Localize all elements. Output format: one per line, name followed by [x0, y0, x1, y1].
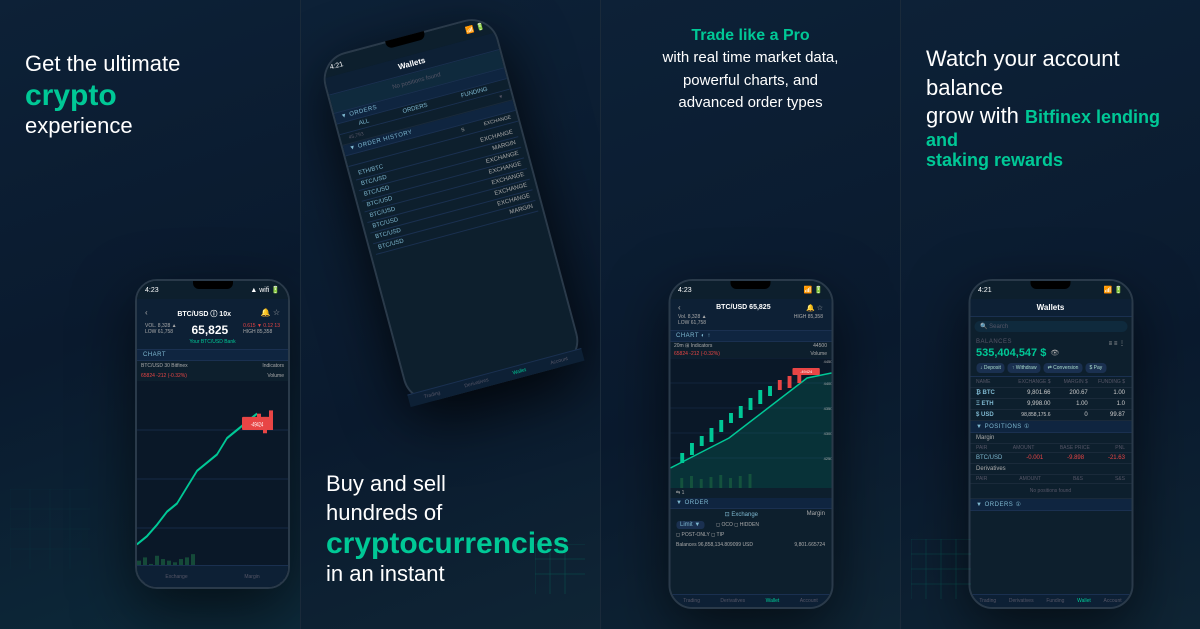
panel4-grow-with: grow with: [926, 103, 1025, 128]
phone-screen-3: 4:23 📶 🔋 ‹ BTC/USD 65,825 🔔 ☆ Vol. 8,328…: [670, 281, 831, 607]
panel3-line3: powerful charts, and: [621, 70, 880, 93]
tab-margin: Margin: [244, 574, 259, 580]
positions-section: ▼ POSITIONS ①: [970, 421, 1131, 433]
panel3-line4: advanced order types: [621, 92, 880, 115]
positions-header: PAIRAMOUNTBASE PRICEPNL: [970, 444, 1131, 453]
chart-svg-1: -49424: [137, 381, 288, 577]
chart-area-3: -49424 44500 44000 43500 43000 42500: [670, 358, 831, 488]
phone-mockup-4: 4:21 📶 🔋 Wallets 🔍 Search BALANCES ≡ ≡ ⋮…: [968, 279, 1133, 609]
chart-svg-3: -49424 44500 44000 43500 43000 42500: [670, 358, 831, 488]
tab-bar-2: Trading Derivatives Wallet Account: [407, 348, 582, 405]
svg-text:-49424: -49424: [800, 369, 813, 374]
status-time-1: 4:23: [145, 287, 159, 294]
assets-header: NAME EXCHANGE $ MARGIN $ FUNDING $: [970, 377, 1131, 388]
svg-text:43000: 43000: [823, 431, 831, 436]
svg-text:44500: 44500: [823, 359, 831, 364]
panel-1: Get the ultimate crypto experience 4:23 …: [0, 0, 300, 629]
asset-row-eth: Ξ ETH 9,998.00 1.00 1.0: [970, 399, 1131, 410]
tab-funding-4[interactable]: Funding: [1046, 598, 1064, 604]
balances-section: BALANCES ≡ ≡ ⋮ 535,404,547 $ 👁 ↓ Deposit…: [970, 336, 1131, 377]
chart-icons-row: ⇆ 1: [670, 488, 831, 498]
positions-type: Margin: [970, 433, 1131, 444]
order-balances: Balances 96,858,134.809099 USD 9,801.665…: [670, 540, 831, 550]
order-section-3: ▼ ORDER: [670, 498, 831, 509]
panel-3: Trade like a Pro with real time market d…: [600, 0, 900, 629]
headline-line3: experience: [25, 112, 180, 141]
panel2-line2: hundreds of: [326, 499, 569, 528]
phone-mockup-3: 4:23 📶 🔋 ‹ BTC/USD 65,825 🔔 ☆ Vol. 8,328…: [668, 279, 833, 609]
phone-ticker-1: BTC/USD ⓘ 10x: [177, 311, 231, 318]
chart-section-3: CHART ◐ ↑: [670, 331, 831, 342]
svg-text:44000: 44000: [823, 381, 831, 386]
asset-row-btc: ₿ BTC 9,801.66 200.67 1.00: [970, 388, 1131, 399]
svg-text:-49424: -49424: [251, 422, 263, 429]
phone-mockup-2-wrapper: 4:21 📶 🔋 Wallets No positions found ▼ OR…: [317, 13, 584, 407]
panel-2-text: Buy and sell hundreds of cryptocurrencie…: [326, 470, 569, 589]
balance-actions: ↓ Deposit ↑ Withdraw ⇄ Conversion $ Pay: [976, 363, 1125, 373]
panel3-line1: Trade like a Pro: [621, 25, 880, 47]
panel4-line1: Watch your account balance: [926, 45, 1175, 102]
phone-price-1: 65,825: [192, 323, 229, 337]
derivatives-label: Derivatives: [970, 464, 1131, 475]
phone-mockup-2: 4:21 📶 🔋 Wallets No positions found ▼ OR…: [317, 13, 584, 407]
derivatives-header: PAIRAMOUNTB&SS&S: [970, 475, 1131, 484]
grid-decoration-4: [911, 539, 971, 604]
phone-header-1: ‹ BTC/USD ⓘ 10x 🔔 ☆ VOL. 8,328 ▲ LOW 61,…: [137, 299, 288, 350]
position-row: BTC/USD -0.001 -9.898 -21.63: [970, 453, 1131, 464]
tab-wallet-4[interactable]: Wallet: [1077, 598, 1091, 604]
tab-bar-3: Trading Derivatives Wallet Account: [670, 594, 831, 607]
grid-decoration-2: [535, 544, 585, 599]
status-time-2: 4:21: [329, 61, 344, 71]
panel-3-text: Trade like a Pro with real time market d…: [601, 25, 900, 115]
tab-exchange: Exchange: [165, 574, 187, 580]
panel2-line3: cryptocurrencies: [326, 527, 569, 560]
svg-text:42500: 42500: [823, 456, 831, 461]
wallet-search-4[interactable]: 🔍 Search: [974, 321, 1127, 332]
wallets-header-4: Wallets: [970, 299, 1131, 317]
panel2-line4: in an instant: [326, 560, 569, 589]
tab-derivatives-4[interactable]: Derivatives: [1009, 598, 1034, 604]
status-icons-1: ▲ wifi 🔋: [250, 286, 280, 294]
grid-decoration-1: [10, 489, 90, 569]
panel-1-text: Get the ultimate crypto experience: [25, 30, 180, 140]
panel-2: 4:21 📶 🔋 Wallets No positions found ▼ OR…: [300, 0, 600, 629]
order-checkboxes: ◻ POST-ONLY ◻ TIP: [670, 530, 831, 540]
svg-text:43500: 43500: [823, 406, 831, 411]
panel3-line2: with real time market data,: [621, 47, 880, 70]
conversion-btn[interactable]: ⇄ Conversion: [1044, 363, 1083, 373]
phone-mockup-1: 4:23 ▲ wifi 🔋 ‹ BTC/USD ⓘ 10x 🔔 ☆ VOL. 8…: [135, 279, 290, 589]
phone-screen-2: 4:21 📶 🔋 Wallets No positions found ▼ OR…: [319, 15, 581, 404]
order-type-selector: Limit ▼ ◻ OCO ◻ HIDDEN: [670, 520, 831, 530]
tab-account-4[interactable]: Account: [1104, 598, 1122, 604]
chart-section-header: CHART: [137, 350, 288, 361]
headline-line1: Get the ultimate: [25, 50, 180, 79]
panel4-line2: grow with Bitfinex lending and: [926, 110, 1160, 150]
phone-screen-4: 4:21 📶 🔋 Wallets 🔍 Search BALANCES ≡ ≡ ⋮…: [970, 281, 1131, 607]
balance-amount: 535,404,547 $: [976, 347, 1046, 359]
withdraw-btn[interactable]: ↑ Withdraw: [1008, 363, 1041, 373]
panel-4-text: Watch your account balance grow with Bit…: [926, 25, 1175, 171]
phone-notch-3: [731, 281, 771, 289]
status-icons-2: 📶 🔋: [464, 22, 485, 35]
panel-4: Watch your account balance grow with Bit…: [900, 0, 1200, 629]
pay-btn[interactable]: $ Pay: [1085, 363, 1106, 373]
no-positions-found: No positions found: [970, 484, 1131, 499]
balance-label: BALANCES: [976, 339, 1012, 345]
deposit-btn[interactable]: ↓ Deposit: [976, 363, 1005, 373]
panel4-line3: staking rewards: [926, 151, 1175, 171]
panel2-line1: Buy and sell: [326, 470, 569, 499]
phone-screen-1: 4:23 ▲ wifi 🔋 ‹ BTC/USD ⓘ 10x 🔔 ☆ VOL. 8…: [137, 281, 288, 587]
orders-section-4: ▼ ORDERS ①: [970, 499, 1131, 511]
phone-header-3: ‹ BTC/USD 65,825 🔔 ☆ Vol. 8,328 ▲LOW 61,…: [670, 299, 831, 331]
headline-line2: crypto: [25, 79, 180, 112]
asset-row-usd: $ USD 98,858,175.6 0 99.87: [970, 410, 1131, 421]
tab-trading-4[interactable]: Trading: [979, 598, 996, 604]
order-tabs-3: ⊡ Exchange Margin: [670, 509, 831, 520]
tab-bar-4: Trading Derivatives Funding Wallet Accou…: [970, 594, 1131, 607]
tab-bar-1: Exchange Margin: [137, 565, 288, 587]
phone-notch-4: [1031, 281, 1071, 289]
phone-notch-1: [193, 281, 233, 289]
chart-area-1: -49424: [137, 381, 288, 577]
